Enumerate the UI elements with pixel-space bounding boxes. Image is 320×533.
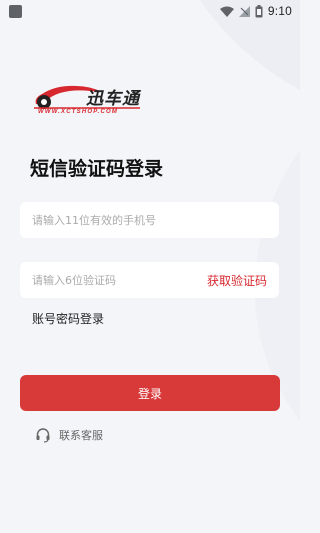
- get-code-button[interactable]: 获取验证码: [207, 272, 267, 289]
- login-button[interactable]: 登录: [20, 375, 280, 411]
- phone-field[interactable]: [20, 202, 279, 238]
- logo-text: 迅车通: [86, 89, 140, 109]
- verification-code-input[interactable]: [32, 273, 207, 287]
- notification-square-icon: [9, 4, 22, 18]
- contact-support-label: 联系客服: [59, 429, 103, 442]
- signal-icon: [238, 5, 250, 17]
- account-login-link[interactable]: 账号密码登录: [32, 310, 104, 327]
- wifi-icon: [219, 6, 234, 17]
- status-time: 9:10: [267, 4, 292, 18]
- code-field[interactable]: 获取验证码: [20, 262, 279, 298]
- battery-icon: [255, 4, 263, 17]
- phone-input[interactable]: [32, 213, 267, 227]
- headset-icon: [36, 428, 50, 443]
- contact-support[interactable]: 联系客服: [35, 427, 103, 443]
- page-title: 短信验证码登录: [30, 158, 164, 180]
- brand-logo: 迅车通 WWW.XCTSHOP.COM: [30, 80, 148, 120]
- status-bar: 9:10: [0, 0, 300, 22]
- logo-url: WWW.XCTSHOP.COM: [38, 109, 119, 115]
- status-icons: 9:10: [219, 4, 292, 18]
